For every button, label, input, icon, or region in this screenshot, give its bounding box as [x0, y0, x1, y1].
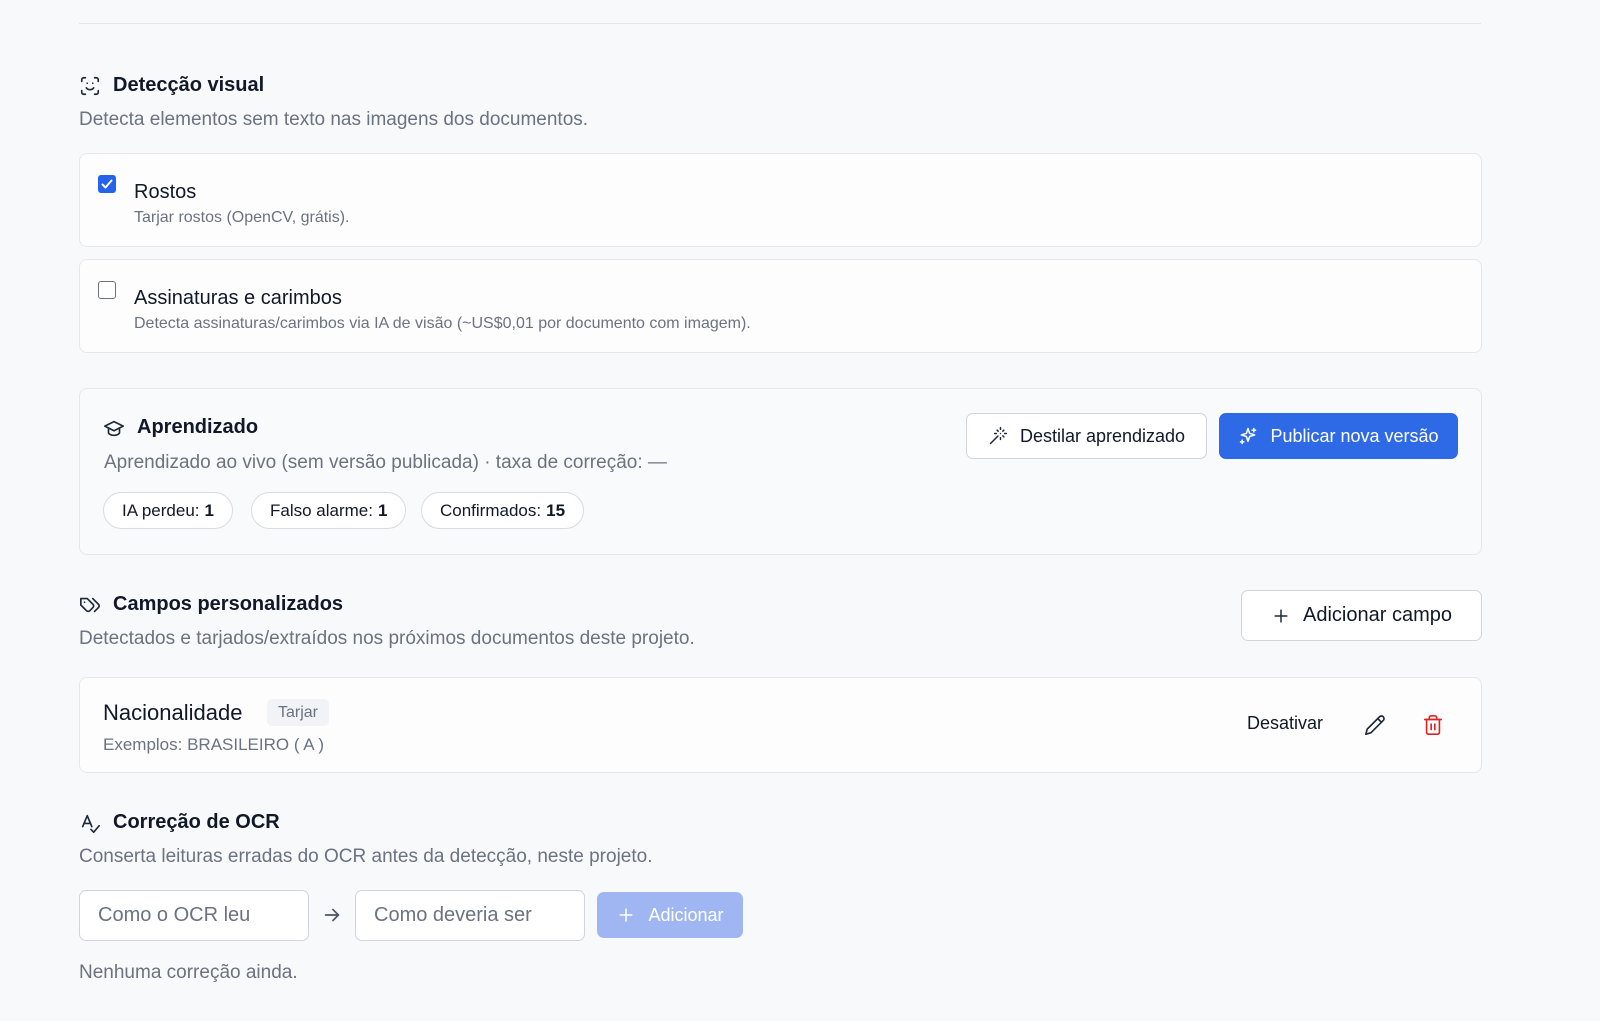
option-subtitle: Detecta assinaturas/carimbos via IA de v…: [134, 315, 751, 332]
visual-detection-description: Detecta elementos sem texto nas imagens …: [79, 109, 589, 130]
pencil-icon: [1365, 715, 1385, 735]
visual-detection-title: Detecção visual: [113, 74, 265, 96]
add-correction-button[interactable]: Adicionar: [597, 892, 743, 938]
stat-label: Falso alarme:: [270, 500, 373, 520]
top-divider: [79, 23, 1481, 24]
stat-pill-confirmed: Confirmados: 15: [421, 492, 585, 529]
arrow-right-icon: [321, 904, 343, 926]
stat-value: 1: [204, 500, 214, 520]
edit-button[interactable]: [1360, 710, 1390, 740]
custom-fields-description: Detectados e tarjados/extraídos nos próx…: [79, 628, 695, 649]
ocr-correction-description: Conserta leituras erradas do OCR antes d…: [79, 846, 653, 867]
check-icon: [101, 179, 113, 189]
stat-pill-false-alarm: Falso alarme: 1: [251, 492, 407, 529]
trash-icon: [1423, 715, 1443, 735]
ocr-read-input[interactable]: [79, 890, 309, 941]
add-field-label: Adicionar campo: [1303, 604, 1452, 626]
ocr-correct-input[interactable]: [355, 890, 585, 941]
learning-card: Aprendizado Aprendizado ao vivo (sem ver…: [79, 388, 1482, 555]
magic-wand-icon: [989, 426, 1008, 445]
scan-face-icon: [80, 76, 100, 95]
no-corrections-text: Nenhuma correção ainda.: [79, 962, 298, 983]
publish-version-button[interactable]: Publicar nova versão: [1219, 413, 1458, 459]
ocr-correction-header: Correção de OCR: [79, 811, 280, 834]
stat-value: 1: [377, 500, 388, 520]
add-field-button[interactable]: Adicionar campo: [1241, 590, 1482, 641]
stat-label: Confirmados:: [440, 500, 542, 520]
custom-fields-header: Campos personalizados: [79, 593, 343, 616]
field-action-badge: Tarjar: [267, 699, 330, 726]
plus-icon: [1274, 608, 1288, 623]
graduation-cap-icon: [104, 420, 124, 436]
distill-label: Destilar aprendizado: [1019, 425, 1186, 446]
distill-learning-button[interactable]: Destilar aprendizado: [966, 413, 1207, 459]
option-card-signatures[interactable]: Assinaturas e carimbos Detecta assinatur…: [79, 259, 1482, 353]
visual-detection-header: Detecção visual: [79, 74, 264, 97]
tags-icon: [80, 597, 100, 612]
sparkles-icon: [1240, 427, 1257, 445]
option-title: Assinaturas e carimbos: [134, 287, 342, 309]
faces-checkbox[interactable]: [98, 175, 116, 193]
stat-pill-ai-missed: IA perdeu: 1: [103, 492, 233, 529]
deactivate-button[interactable]: Desativar: [1247, 713, 1323, 734]
stat-value: 15: [546, 500, 566, 520]
option-card-faces[interactable]: Rostos Tarjar rostos (OpenCV, grátis).: [79, 153, 1482, 247]
signatures-checkbox[interactable]: [98, 281, 116, 299]
custom-field-row: Nacionalidade Tarjar Exemplos: BRASILEIR…: [79, 677, 1482, 773]
learning-title: Aprendizado: [137, 416, 259, 438]
custom-fields-title: Campos personalizados: [113, 593, 344, 615]
field-examples: Exemplos: BRASILEIRO ( A ): [103, 735, 325, 754]
add-correction-label: Adicionar: [648, 904, 724, 925]
delete-button[interactable]: [1418, 710, 1448, 740]
spell-check-icon: [81, 814, 100, 833]
publish-label: Publicar nova versão: [1270, 425, 1439, 446]
plus-icon: [619, 908, 634, 922]
option-subtitle: Tarjar rostos (OpenCV, grátis).: [134, 209, 350, 226]
learning-description: Aprendizado ao vivo (sem versão publicad…: [104, 452, 667, 473]
field-name: Nacionalidade: [103, 700, 243, 725]
learning-header: Aprendizado: [103, 416, 258, 439]
option-title: Rostos: [134, 181, 197, 203]
stat-label: IA perdeu:: [122, 500, 200, 520]
ocr-correction-title: Correção de OCR: [113, 811, 280, 833]
